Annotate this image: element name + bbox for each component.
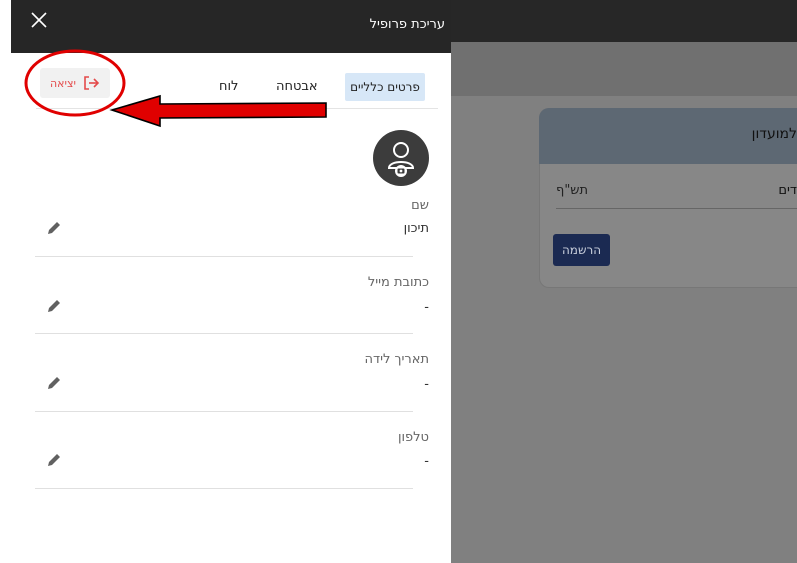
background-row-left-text: תש"ף	[556, 183, 589, 198]
logout-label: יציאה	[50, 76, 76, 90]
field-label-email: כתובת מייל	[367, 275, 429, 290]
edit-email-icon[interactable]	[45, 297, 63, 315]
background-card-title: למועדון	[751, 126, 797, 142]
field-label-name: שם	[411, 198, 429, 213]
user-icon	[387, 142, 415, 177]
background-row-right-text: דים	[778, 183, 797, 198]
logout-button[interactable]: יציאה	[40, 68, 110, 98]
field-label-phone: טלפון	[397, 430, 429, 445]
avatar[interactable]	[373, 130, 429, 186]
tab-security[interactable]: אבטחה	[276, 79, 318, 94]
background-row-divider	[556, 208, 797, 209]
field-value-name: תיכון	[403, 221, 429, 236]
field-divider	[35, 333, 413, 334]
field-value-phone: -	[424, 454, 429, 469]
field-divider	[35, 256, 413, 257]
tabs-divider	[36, 108, 438, 109]
logout-icon	[84, 76, 100, 90]
register-button[interactable]: הרשמה	[553, 234, 610, 266]
field-divider	[35, 411, 413, 412]
edit-birthdate-icon[interactable]	[45, 374, 63, 392]
tab-general-details[interactable]: פרטים כלליים	[345, 73, 425, 101]
tab-board[interactable]: לוח	[219, 79, 238, 94]
background-topbar	[451, 0, 797, 42]
panel-title: עריכת פרופיל	[369, 17, 445, 32]
field-divider	[35, 488, 413, 489]
edit-name-icon[interactable]	[45, 219, 63, 237]
background-subheader	[451, 42, 797, 96]
field-label-birthdate: תאריך לידה	[364, 352, 429, 367]
field-value-birthdate: -	[424, 377, 429, 392]
edit-phone-icon[interactable]	[45, 451, 63, 469]
field-value-email: -	[424, 300, 429, 315]
close-icon[interactable]	[29, 10, 49, 30]
